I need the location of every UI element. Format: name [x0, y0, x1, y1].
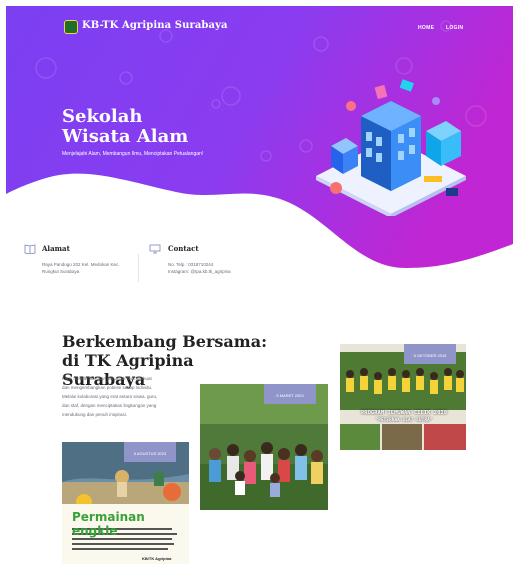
gallery-card-children-photo[interactable]: 5 MARET 2023 [200, 384, 328, 510]
nav-home-link[interactable]: HOME [418, 25, 434, 31]
brand-name[interactable]: KB-TK Agripina Surabaya [82, 20, 228, 31]
isometric-school-illustration [316, 79, 466, 216]
address-title: Alamat [42, 244, 70, 253]
nav-login-link[interactable]: LOGIN [446, 25, 463, 31]
address-line2: Rungkut Surabaya [42, 269, 80, 274]
top-navbar: KB-TK Agripina Surabaya HOME LOGIN [6, 6, 513, 46]
open-book-icon [24, 244, 36, 254]
section-body-line: mendukung dan penuh inspirasi. [62, 412, 128, 417]
info-divider [138, 254, 139, 282]
address-line1: Raya Pandugo 202 Kel. Medokan Kec. [42, 262, 120, 267]
section-body-line: Kami mendedikasikan diri untuk memperkua… [62, 376, 152, 381]
hero-title-line1: Sekolah [62, 106, 143, 127]
hero-title: Sekolah Wisata Alam [62, 107, 242, 147]
section-title-line1: Berkembang Bersama: [62, 332, 267, 351]
hero-subtitle: Menjelajahi Alam, Membangun Ilmu, Mencip… [62, 151, 204, 157]
section-body-line: Melalui kolaborasi yang erat antara sisw… [62, 394, 158, 399]
engkle-poster-footer: KB/TK Agripina [142, 556, 172, 561]
ilmuwan-banner-subtitle: "PETERNAK ULAT SUTRA" [375, 418, 433, 423]
date-badge: 5 AGUSTUS 2023 [124, 442, 176, 462]
school-logo-icon [64, 20, 78, 34]
section-body-line: dan mengembangkan potensi setiap individ… [62, 385, 153, 390]
hero-section: KB-TK Agripina Surabaya HOME LOGIN Sekol… [6, 6, 513, 276]
ilmuwan-banner-title: PROGRAM ILMUWAN CILIK 2019 [360, 410, 448, 416]
section-body-line: dan staf, dengan menciptakan lingkungan … [62, 403, 157, 408]
contact-instagram[interactable]: Instagram: @tpa.kb.tk_agripina [168, 269, 231, 274]
hero-title-line2: Wisata Alam [62, 126, 189, 147]
monitor-icon [149, 244, 161, 254]
gallery-card-ilmuwan-cilik[interactable]: PROGRAM ILMUWAN CILIK 2019 "PETERNAK ULA… [340, 344, 466, 450]
gallery-card-engkle[interactable]: Permainan engkle KB/TK Agripina 5 AGUSTU… [62, 442, 189, 564]
contact-title: Contact [168, 244, 199, 253]
landing-page: KB-TK Agripina Surabaya HOME LOGIN Sekol… [6, 6, 513, 564]
date-badge: 5 MARET 2023 [264, 384, 316, 404]
date-badge: 5 OKTOBER 2019 [404, 344, 456, 364]
engkle-poster-title: Permainan engkle [72, 510, 145, 538]
section-description: Kami mendedikasikan diri untuk memperkua… [62, 374, 187, 419]
contact-phone: No. Telp : 0318710244 [168, 262, 214, 267]
